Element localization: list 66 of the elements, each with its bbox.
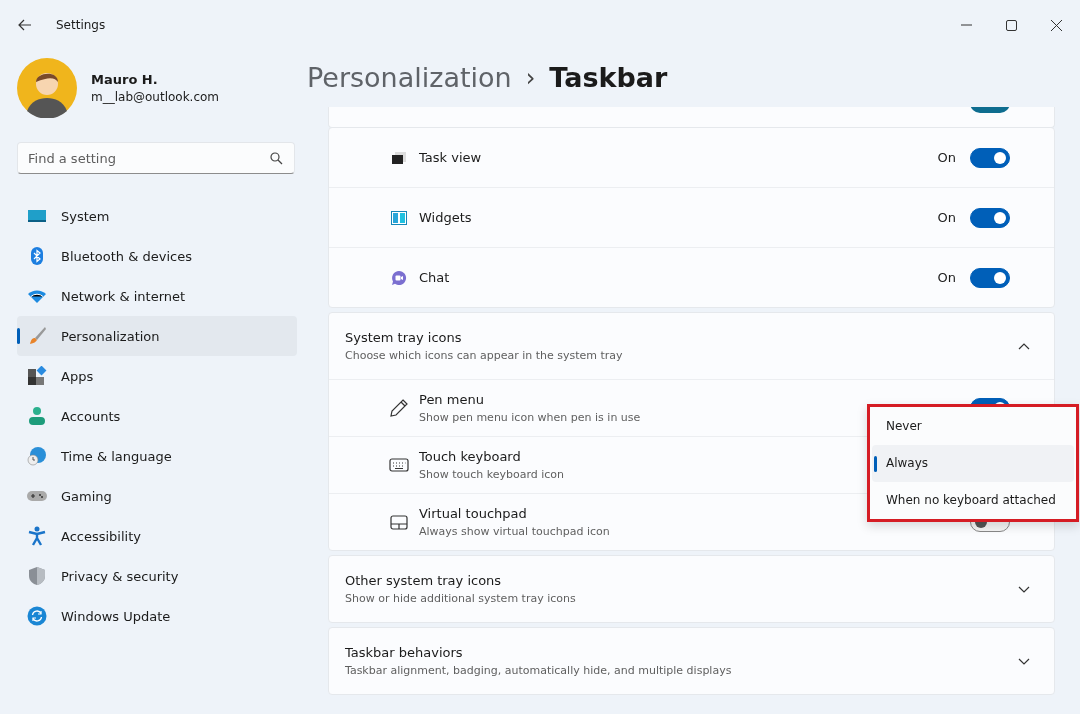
setting-description: Always show virtual touchpad icon: [419, 525, 610, 538]
person-icon: [27, 406, 47, 426]
shield-icon: [27, 566, 47, 586]
sidebar-item[interactable]: Windows Update: [17, 596, 297, 636]
search-icon: [270, 152, 283, 165]
menu-option[interactable]: When no keyboard attached: [872, 481, 1074, 519]
refresh-icon: [27, 606, 47, 626]
sidebar-item[interactable]: Apps: [17, 356, 297, 396]
toggle-state: On: [937, 210, 956, 225]
sidebar-item[interactable]: Bluetooth & devices: [17, 236, 297, 276]
section-title: Taskbar behaviors: [345, 645, 464, 660]
section-description: Taskbar alignment, badging, automatically hide, and multiple displays: [345, 664, 732, 677]
setting-label: Chat: [419, 270, 450, 285]
avatar-silhouette: [17, 58, 77, 118]
setting-description: Show touch keyboard icon: [419, 468, 565, 481]
section-title: Other system tray icons: [345, 573, 503, 588]
widgets-icon: [391, 209, 407, 226]
section-title: System tray icons: [345, 330, 463, 345]
maximize-icon[interactable]: [1006, 19, 1017, 31]
sidebar-item[interactable]: System: [17, 196, 297, 236]
setting-label: Widgets: [419, 210, 472, 225]
sidebar-item[interactable]: Personalization: [17, 316, 297, 356]
close-icon[interactable]: [1051, 19, 1062, 31]
apps-icon: [27, 366, 47, 386]
toggle-state: On: [937, 150, 956, 165]
sidebar-item[interactable]: Network & internet: [17, 276, 297, 316]
expander-header[interactable]: System tray icons Choose which icons can appear in the system tray: [329, 313, 1054, 379]
toggle-switch[interactable]: [970, 147, 1010, 168]
breadcrumb-parent[interactable]: Personalization: [307, 62, 512, 93]
sidebar-item[interactable]: Gaming: [17, 476, 297, 516]
expander-card[interactable]: Other system tray icons Show or hide additional system tray icons: [328, 555, 1055, 623]
menu-option[interactable]: Never: [872, 407, 1074, 445]
chat-icon: [391, 269, 407, 286]
sidebar-item[interactable]: Time & language: [17, 436, 297, 476]
toggle-switch[interactable]: [970, 207, 1010, 228]
menu-option[interactable]: Always: [872, 444, 1074, 482]
setting-label: Touch keyboard: [419, 449, 522, 464]
sidebar-item[interactable]: Privacy & security: [17, 556, 297, 596]
accessibility-icon: [27, 526, 47, 546]
setting-label: Pen menu: [419, 392, 485, 407]
task-view-icon: [391, 149, 407, 166]
sidebar-item[interactable]: Accounts: [17, 396, 297, 436]
sidebar-item[interactable]: Accessibility: [17, 516, 297, 556]
chevron-up-icon[interactable]: [1018, 342, 1030, 350]
pen-icon: [389, 398, 409, 418]
section-description: Show or hide additional system tray icons: [345, 592, 576, 605]
touchpad-icon: [389, 512, 409, 532]
setting-label: Task view: [419, 150, 482, 165]
chevron-down-icon[interactable]: [1018, 657, 1030, 665]
back-arrow-icon[interactable]: [18, 19, 32, 31]
expander-card[interactable]: Taskbar behaviors Taskbar alignment, badging, automatically hide, and multiple displays: [328, 627, 1055, 695]
paintbrush-icon: [27, 326, 47, 346]
toggle-state: On: [937, 270, 956, 285]
search-field[interactable]: Find a setting: [17, 142, 295, 174]
globe-clock-icon: [27, 446, 47, 466]
toggle-switch[interactable]: [970, 267, 1010, 288]
window-title: Settings: [56, 18, 106, 32]
page-title: Taskbar: [549, 62, 668, 93]
chevron-down-icon[interactable]: [1018, 585, 1030, 593]
user-name: Mauro H.: [91, 72, 159, 87]
keyboard-icon: [389, 455, 409, 475]
section-description: Choose which icons can appear in the system tray: [345, 349, 623, 362]
setting-label: Virtual touchpad: [419, 506, 528, 521]
breadcrumb-separator: ›: [525, 63, 536, 92]
user-email: m__lab@outlook.com: [91, 90, 220, 104]
setting-description: Show pen menu icon when pen is in use: [419, 411, 641, 424]
